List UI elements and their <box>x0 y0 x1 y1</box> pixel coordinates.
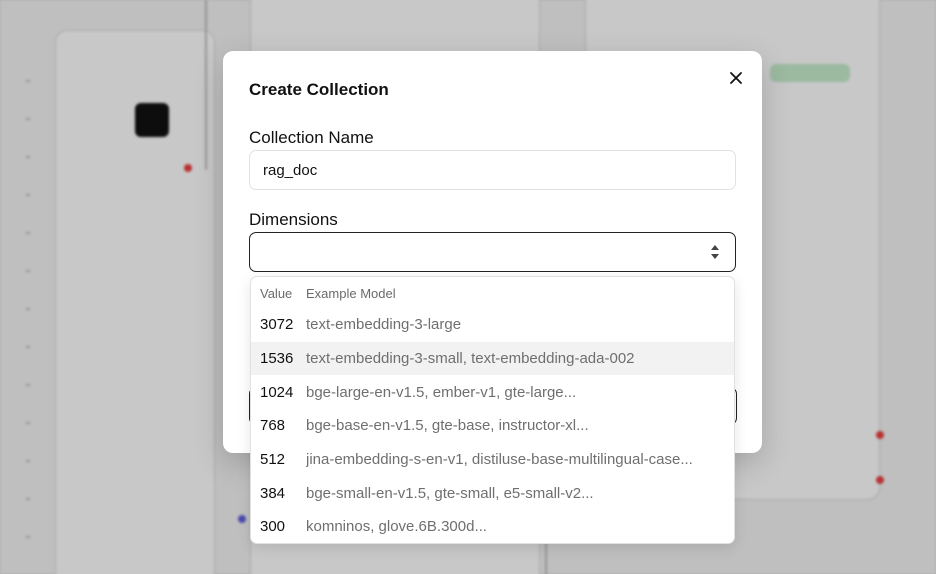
option-model: text-embedding-3-small, text-embedding-a… <box>306 350 635 367</box>
header-value: Value <box>260 286 293 301</box>
option-model: bge-base-en-v1.5, gte-base, instructor-x… <box>306 417 589 434</box>
dimensions-label: Dimensions <box>249 210 338 229</box>
collection-name-input[interactable]: rag_doc <box>249 150 736 190</box>
option-model: bge-large-en-v1.5, ember-v1, gte-large..… <box>306 384 577 401</box>
option-value: 1536 <box>260 350 294 367</box>
dropdown-option[interactable]: 768 bge-base-en-v1.5, gte-base, instruct… <box>251 409 734 442</box>
close-button[interactable] <box>725 67 747 89</box>
header-example-model: Example Model <box>306 286 396 301</box>
dropdown-option[interactable]: 384 bge-small-en-v1.5, gte-small, e5-sma… <box>251 477 734 510</box>
dimensions-input[interactable] <box>249 232 736 272</box>
collection-name-label: Collection Name <box>249 128 374 147</box>
modal-title: Create Collection <box>249 80 389 99</box>
close-icon <box>730 72 742 84</box>
option-value: 512 <box>260 451 286 468</box>
option-model: bge-small-en-v1.5, gte-small, e5-small-v… <box>306 485 594 502</box>
dimensions-dropdown: Value Example Model 3072 text-embedding-… <box>250 276 735 544</box>
stepper-arrows-icon <box>711 245 719 259</box>
number-stepper[interactable] <box>709 242 721 262</box>
dropdown-option[interactable]: 512 jina-embedding-s-en-v1, distiluse-ba… <box>251 443 734 476</box>
dropdown-option[interactable]: 3072 text-embedding-3-large <box>251 308 734 341</box>
option-model: komninos, glove.6B.300d... <box>306 518 487 535</box>
option-value: 3072 <box>260 316 294 333</box>
option-value: 300 <box>260 518 286 535</box>
option-value: 768 <box>260 417 286 434</box>
dropdown-option[interactable]: 1024 bge-large-en-v1.5, ember-v1, gte-la… <box>251 376 734 409</box>
dropdown-header: Value Example Model <box>251 277 734 307</box>
dropdown-option[interactable]: 300 komninos, glove.6B.300d... <box>251 510 734 543</box>
option-model: jina-embedding-s-en-v1, distiluse-base-m… <box>306 451 693 468</box>
dropdown-option-highlighted[interactable]: 1536 text-embedding-3-small, text-embedd… <box>251 342 734 375</box>
option-value: 384 <box>260 485 286 502</box>
option-value: 1024 <box>260 384 294 401</box>
option-model: text-embedding-3-large <box>306 316 462 333</box>
collection-name-value: rag_doc <box>263 161 318 179</box>
